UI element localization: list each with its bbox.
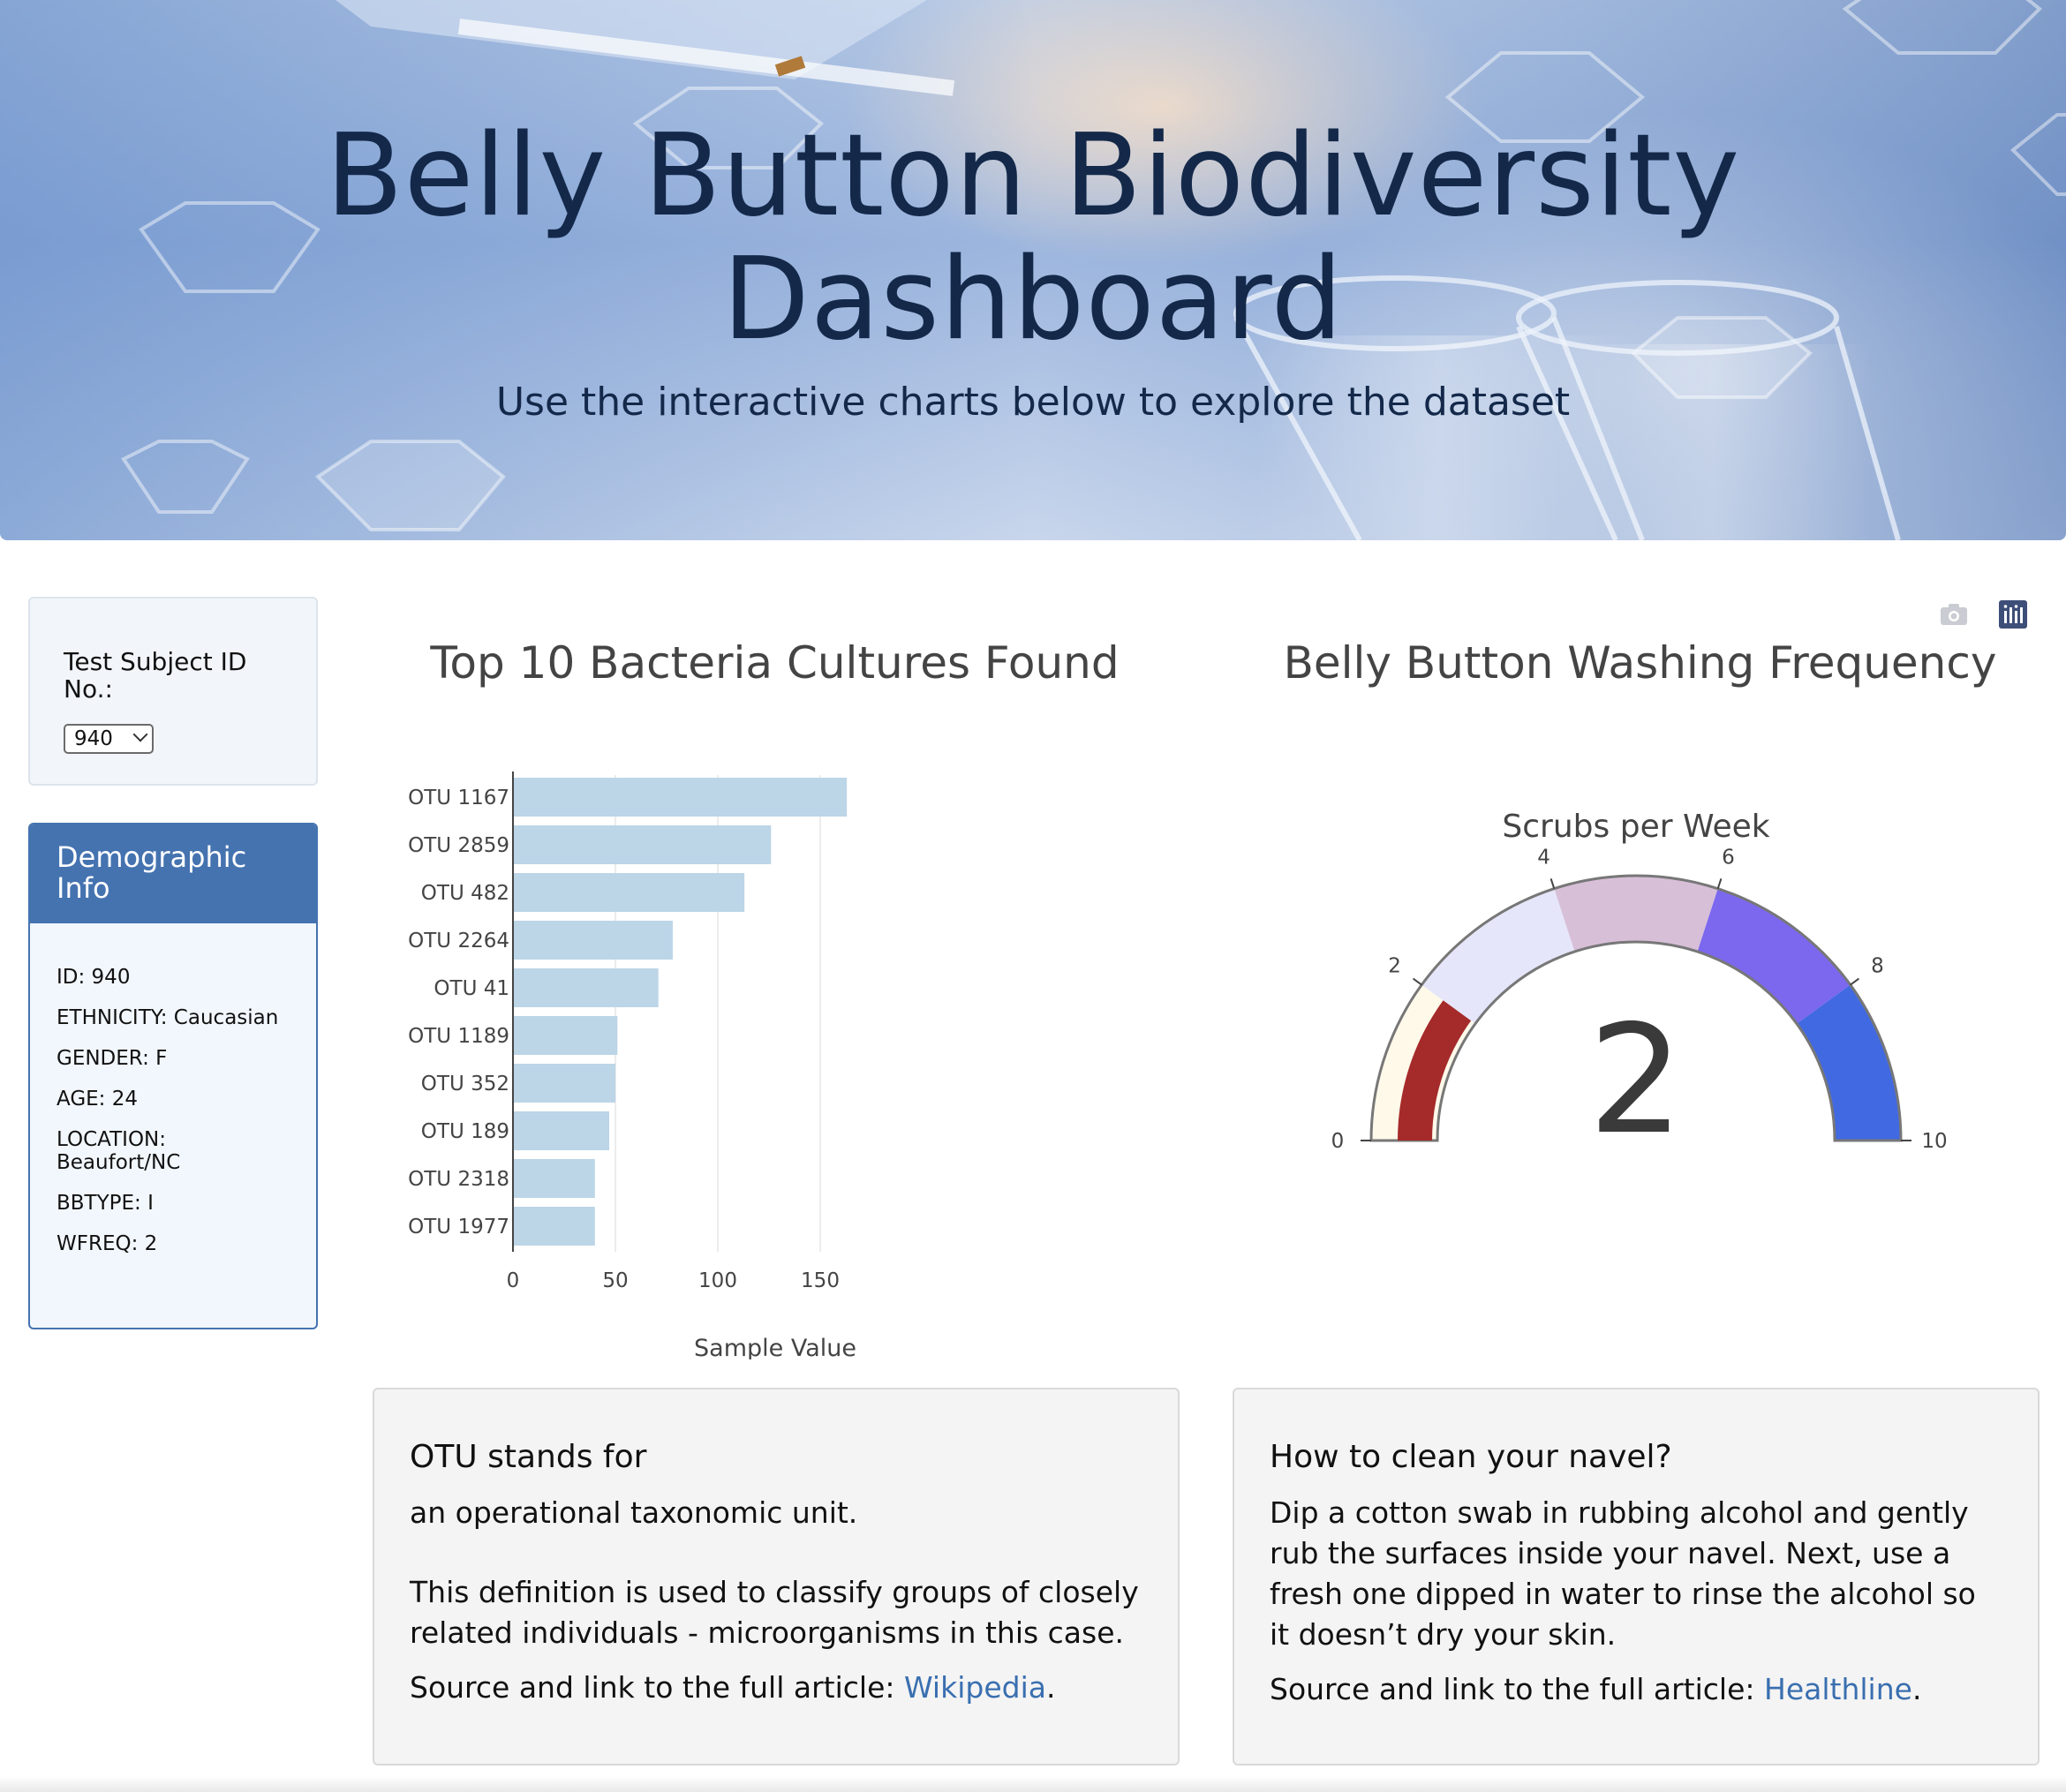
- navel-card-source-suffix: .: [1911, 1672, 1922, 1706]
- gauge-tick-label: 0: [1331, 1130, 1345, 1153]
- bar-chart-bar[interactable]: [513, 1207, 595, 1246]
- demographic-location: LOCATION: Beaufort/NC: [57, 1128, 181, 1174]
- camera-icon[interactable]: [1939, 600, 1967, 629]
- gauge-tick-label: 4: [1537, 847, 1550, 870]
- hero-banner: Belly Button Biodiversity Dashboard Use …: [0, 0, 2066, 540]
- gauge-tick-label: 10: [1921, 1130, 1947, 1153]
- bar-chart-category-label: OTU 1167: [408, 787, 509, 809]
- bar-chart-category-label: OTU 41: [434, 977, 509, 1000]
- wikipedia-link[interactable]: Wikipedia: [904, 1670, 1046, 1705]
- bar-chart-bar[interactable]: [513, 825, 772, 864]
- otu-card-source: Source and link to the full article: Wik…: [410, 1668, 1142, 1708]
- navel-card-source-prefix: Source and link to the full article:: [1270, 1672, 1765, 1706]
- bar-chart-title: Top 10 Bacteria Cultures Found: [430, 637, 1120, 689]
- bar-chart-category-label: OTU 2264: [408, 930, 509, 952]
- otu-card-source-prefix: Source and link to the full article:: [410, 1670, 905, 1705]
- healthline-link[interactable]: Healthline: [1764, 1672, 1912, 1706]
- otu-card-description: This definition is used to classify grou…: [410, 1575, 1139, 1650]
- page-bottom-edge: [0, 1776, 2066, 1792]
- page-title-line2: Dashboard: [722, 234, 1344, 365]
- bar-chart-bar[interactable]: [513, 1159, 595, 1198]
- gauge-chart-title: Belly Button Washing Frequency: [1283, 637, 1997, 689]
- gauge-tick: [1850, 977, 1860, 986]
- gauge-tick-label: 6: [1722, 847, 1735, 870]
- otu-card-title: OTU stands for: [410, 1439, 647, 1475]
- bar-chart-bar[interactable]: [513, 968, 659, 1007]
- page-title-line1: Belly Button Biodiversity: [325, 110, 1741, 242]
- page-subtitle: Use the interactive charts below to expl…: [495, 380, 1571, 425]
- bar-chart-x-tick-label: 50: [602, 1269, 628, 1292]
- bar-chart-category-label: OTU 2859: [408, 834, 509, 857]
- demographic-id: ID: 940: [57, 966, 131, 989]
- bar-chart-x-tick-label: 150: [801, 1269, 840, 1292]
- bar-chart-x-axis-title: Sample Value: [694, 1335, 856, 1359]
- gauge-tick: [1550, 877, 1556, 889]
- bar-chart-bar[interactable]: [513, 1016, 618, 1055]
- gauge-value-number: 2: [1588, 993, 1684, 1168]
- demographic-bbtype: BBTYPE: I: [57, 1192, 154, 1215]
- bar-chart-category-label: OTU 352: [421, 1073, 509, 1096]
- demographic-wfreq: WFREQ: 2: [57, 1232, 158, 1255]
- gauge-chart[interactable]: Scrubs per Week 0 2 4 6 8 10 2: [1236, 794, 2044, 1183]
- navel-card-description: Dip a cotton swab in rubbing alcohol and…: [1270, 1495, 1976, 1652]
- demographic-info-panel: Demographic Info ID: 940 ETHNICITY: Cauc…: [28, 823, 318, 1329]
- subject-selector-label: Test Subject ID No.:: [64, 647, 247, 704]
- chart-modebar: [1939, 600, 2027, 629]
- demographic-ethnicity: ETHNICITY: Caucasian: [57, 1006, 279, 1029]
- subject-id-dropdown[interactable]: 940: [64, 724, 154, 754]
- otu-card-definition: an operational taxonomic unit.: [410, 1495, 858, 1530]
- demographic-info-title: Demographic Info: [30, 824, 316, 923]
- navel-card-title: How to clean your navel?: [1270, 1439, 1672, 1475]
- subject-id-selected-value: 940: [74, 727, 113, 750]
- bar-chart-bar[interactable]: [513, 921, 673, 960]
- gauge-step-band: [1554, 876, 1718, 952]
- gauge-tick-label: 2: [1388, 954, 1401, 977]
- bar-chart-x-tick-label: 100: [698, 1269, 737, 1292]
- demographic-info-list: ID: 940 ETHNICITY: Caucasian GENDER: F A…: [57, 966, 295, 1273]
- bar-chart-category-label: OTU 482: [421, 882, 509, 905]
- chevron-down-icon: [132, 727, 148, 742]
- demographic-gender: GENDER: F: [57, 1047, 168, 1070]
- bar-chart-bar[interactable]: [513, 1064, 615, 1103]
- plotly-logo-icon[interactable]: [1999, 600, 2027, 629]
- demographic-age: AGE: 24: [57, 1088, 139, 1111]
- bar-chart-category-label: OTU 1977: [408, 1216, 509, 1239]
- gauge-subtitle: Scrubs per Week: [1502, 809, 1769, 845]
- bar-chart-category-label: OTU 1189: [408, 1025, 509, 1048]
- otu-info-card: OTU stands for an operational taxonomic …: [373, 1388, 1180, 1766]
- otu-card-source-suffix: .: [1045, 1670, 1056, 1705]
- bar-chart[interactable]: 0 50 100 150 OTU 1167 OTU 2859 OTU 482 OTU 2264…: [371, 750, 1179, 1359]
- gauge-tick: [1412, 977, 1422, 986]
- navel-cleaning-card: How to clean your navel? Dip a cotton sw…: [1233, 1388, 2040, 1766]
- bar-chart-category-label: OTU 189: [421, 1120, 509, 1143]
- bar-chart-bar[interactable]: [513, 1111, 610, 1150]
- gauge-tick-label: 8: [1871, 954, 1884, 977]
- subject-selector-panel: Test Subject ID No.: 940: [28, 597, 318, 786]
- bar-chart-bar[interactable]: [513, 778, 848, 817]
- navel-card-source: Source and link to the full article: Hea…: [1270, 1669, 2002, 1710]
- bar-chart-bar[interactable]: [513, 873, 745, 912]
- bar-chart-x-tick-label: 0: [507, 1269, 520, 1292]
- gauge-tick: [1716, 877, 1723, 889]
- bar-chart-category-label: OTU 2318: [408, 1168, 509, 1191]
- page-title: Belly Button Biodiversity Dashboard: [0, 115, 2066, 362]
